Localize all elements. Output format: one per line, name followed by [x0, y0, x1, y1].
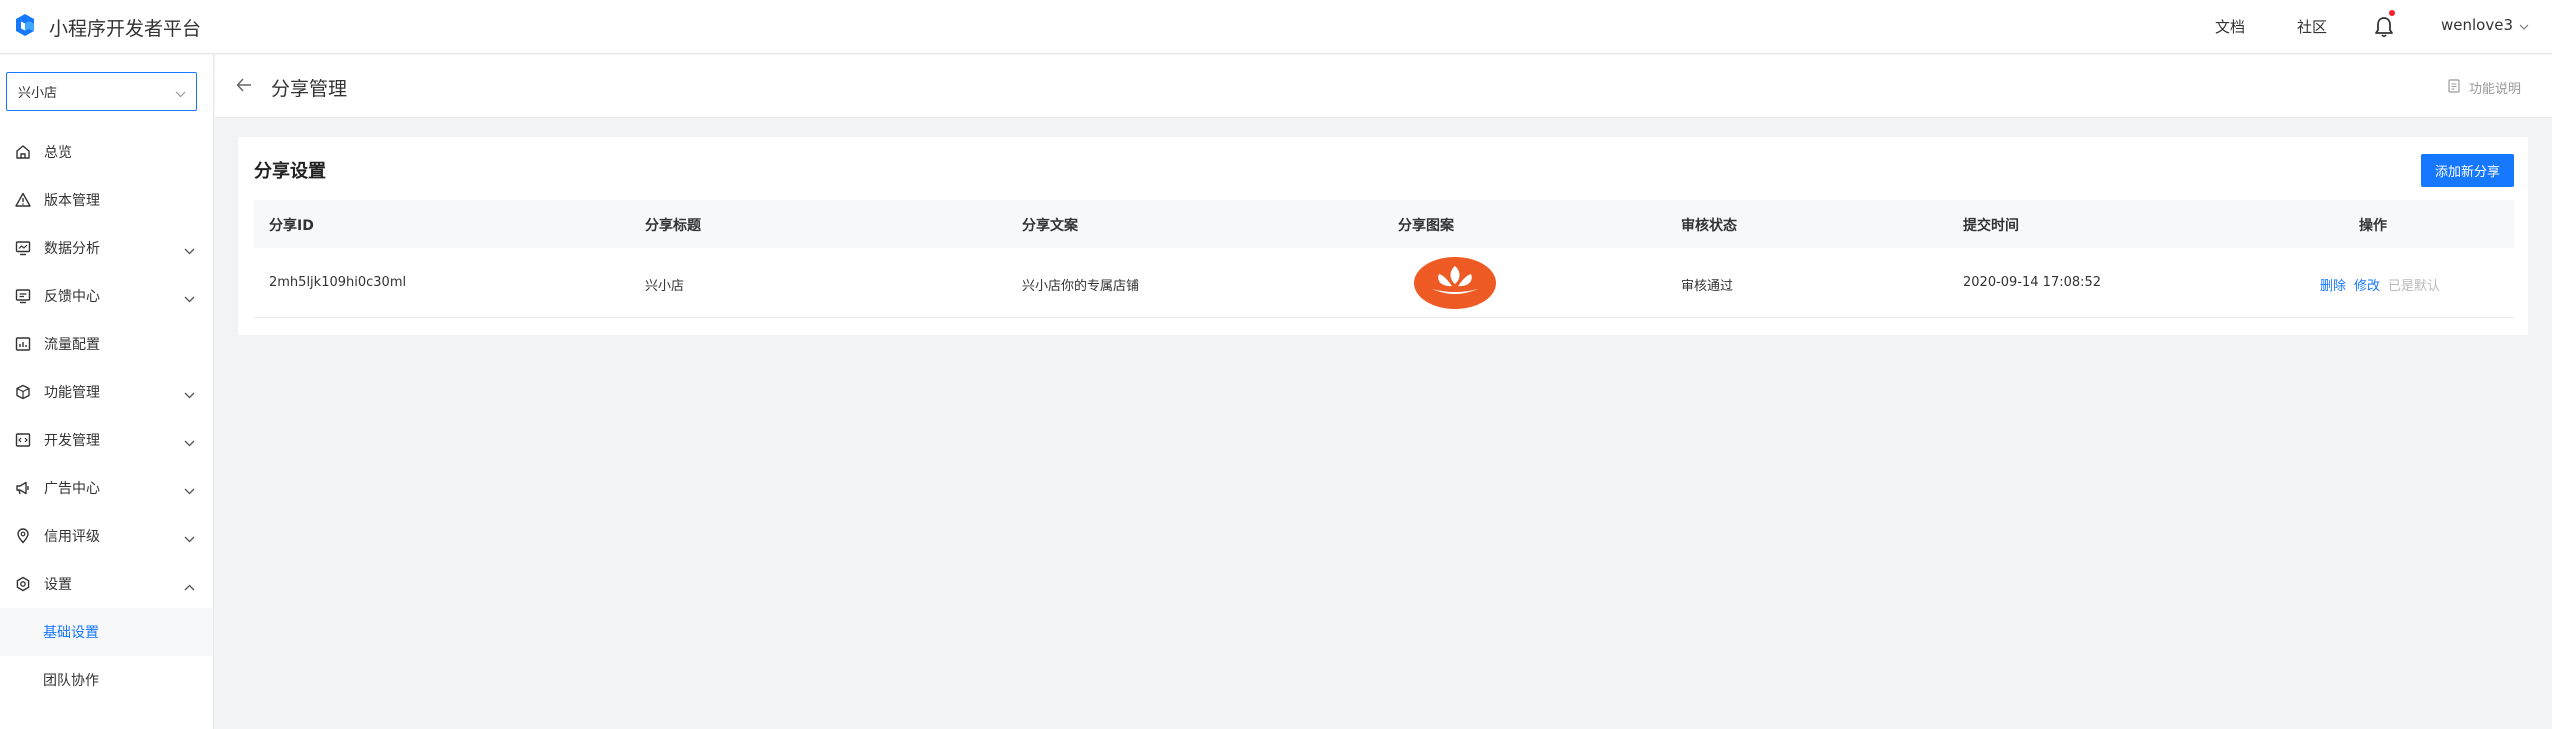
platform-logo-icon	[12, 12, 38, 42]
bar-chart-icon	[15, 336, 31, 352]
sidebar-item-settings[interactable]: 设置	[0, 560, 213, 608]
document-icon	[2448, 78, 2460, 97]
chevron-down-icon	[2519, 16, 2529, 34]
sidebar-item-label: 功能管理	[44, 385, 100, 401]
chevron-down-icon	[184, 387, 195, 403]
sidebar-item-traffic[interactable]: 流量配置	[0, 320, 213, 368]
sidebar-item-feedback[interactable]: 反馈中心	[0, 272, 213, 320]
share-settings-card: 分享设置 添加新分享 分享ID 分享标题 分享文案 分享图案 审核状态 提交时间…	[238, 137, 2528, 335]
cube-icon	[15, 384, 31, 400]
chevron-down-icon	[184, 531, 195, 547]
submit-time-cell: 2020-09-14 17:08:52	[1963, 275, 2102, 290]
username: wenlove3	[2441, 16, 2513, 34]
community-link[interactable]: 社区	[2297, 16, 2327, 37]
page-header: 分享管理 功能说明	[215, 55, 2552, 118]
default-status-label: 已是默认	[2388, 279, 2441, 294]
help-label: 功能说明	[2469, 82, 2522, 97]
sidebar: 兴小店 总览 版本管理 数据分析 反馈中心 流量配置 功能管理 开发管理 广告中…	[0, 55, 214, 729]
column-header: 分享ID	[269, 218, 314, 234]
column-header: 分享图案	[1398, 218, 1454, 234]
back-arrow-icon[interactable]	[236, 77, 252, 96]
chevron-up-icon	[184, 579, 195, 595]
platform-title: 小程序开发者平台	[49, 17, 202, 40]
home-icon	[15, 144, 31, 160]
store-select-value: 兴小店	[18, 86, 58, 101]
user-menu[interactable]: wenlove3	[2441, 16, 2529, 34]
column-header: 审核状态	[1681, 218, 1737, 234]
store-select[interactable]: 兴小店	[6, 72, 197, 111]
sidebar-item-development[interactable]: 开发管理	[0, 416, 213, 464]
top-header: 小程序开发者平台 文档 社区 wenlove3	[0, 0, 2552, 54]
chevron-down-icon	[184, 483, 195, 499]
gear-icon	[15, 576, 31, 592]
sidebar-item-features[interactable]: 功能管理	[0, 368, 213, 416]
share-id-cell: 2mh5ljk109hi0c30ml	[269, 275, 407, 290]
chevron-down-icon	[184, 243, 195, 259]
share-title-cell: 兴小店	[645, 279, 685, 294]
chevron-down-icon	[184, 291, 195, 307]
share-table: 分享ID 分享标题 分享文案 分享图案 审核状态 提交时间 操作 2mh5ljk…	[254, 200, 2514, 318]
share-copy-cell: 兴小店你的专属店铺	[1022, 279, 1140, 294]
sidebar-item-label: 广告中心	[44, 481, 100, 497]
sidebar-item-label: 流量配置	[44, 337, 100, 353]
table-header: 分享ID 分享标题 分享文案 分享图案 审核状态 提交时间 操作	[254, 200, 2514, 248]
table-row: 2mh5ljk109hi0c30ml 兴小店 兴小店你的专属店铺 审核通过 20…	[254, 248, 2514, 318]
sidebar-item-overview[interactable]: 总览	[0, 128, 213, 176]
sidebar-item-label: 版本管理	[44, 193, 100, 209]
docs-link[interactable]: 文档	[2215, 16, 2245, 37]
notification-bell-icon[interactable]	[2372, 14, 2396, 40]
sidebar-item-analytics[interactable]: 数据分析	[0, 224, 213, 272]
column-header: 提交时间	[1963, 218, 2019, 234]
sidebar-item-versions[interactable]: 版本管理	[0, 176, 213, 224]
monitor-chart-icon	[15, 240, 31, 256]
sidebar-subitem-basic-settings[interactable]: 基础设置	[0, 608, 213, 656]
sidebar-item-label: 信用评级	[44, 529, 100, 545]
card-title: 分享设置	[254, 161, 326, 182]
sidebar-item-ads[interactable]: 广告中心	[0, 464, 213, 512]
location-pin-icon	[15, 528, 31, 544]
warning-triangle-icon	[15, 192, 31, 208]
message-box-icon	[15, 288, 31, 304]
chevron-down-icon	[184, 435, 195, 451]
column-header: 操作	[2359, 218, 2387, 234]
review-status-cell: 审核通过	[1681, 279, 1734, 294]
add-share-button[interactable]: 添加新分享	[2421, 154, 2514, 187]
sidebar-subitem-team[interactable]: 团队协作	[0, 656, 213, 704]
row-actions: 删除 修改 已是默认	[2320, 275, 2448, 294]
brand[interactable]: 小程序开发者平台	[12, 13, 201, 41]
sidebar-menu: 总览 版本管理 数据分析 反馈中心 流量配置 功能管理 开发管理 广告中心 信用…	[0, 128, 213, 704]
sidebar-item-label: 设置	[44, 577, 72, 593]
delete-link[interactable]: 删除	[2320, 275, 2346, 294]
share-image-thumbnail	[1414, 257, 1496, 309]
sidebar-item-label: 总览	[44, 145, 72, 161]
notification-dot	[2389, 10, 2395, 16]
sidebar-item-label: 反馈中心	[44, 289, 100, 305]
help-link[interactable]: 功能说明	[2448, 78, 2521, 97]
sidebar-item-label: 开发管理	[44, 433, 100, 449]
chevron-down-icon	[175, 87, 186, 102]
code-icon	[15, 432, 31, 448]
column-header: 分享文案	[1022, 218, 1078, 234]
edit-link[interactable]: 修改	[2354, 275, 2380, 294]
column-header: 分享标题	[645, 218, 701, 234]
sidebar-item-credit[interactable]: 信用评级	[0, 512, 213, 560]
sidebar-item-label: 数据分析	[44, 241, 100, 257]
page-title: 分享管理	[271, 78, 348, 100]
megaphone-icon	[15, 480, 31, 496]
